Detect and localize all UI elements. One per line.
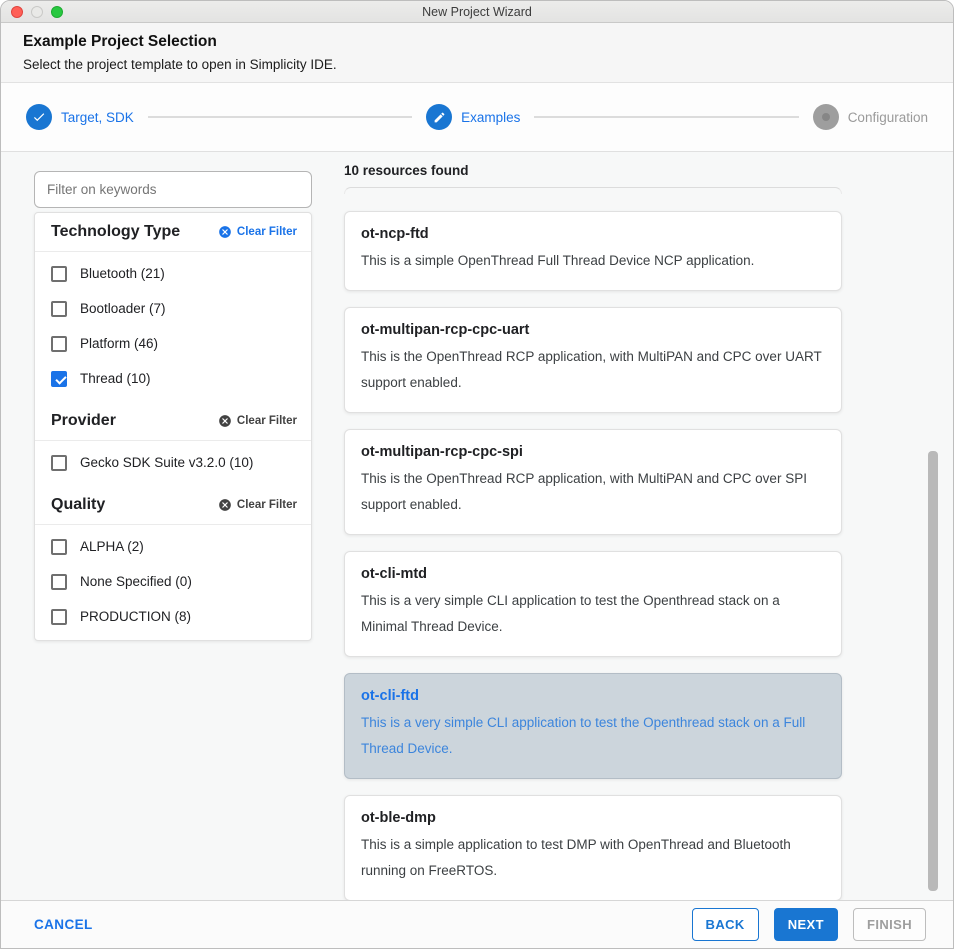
checkbox[interactable] bbox=[51, 371, 67, 387]
filter-section: Technology Type Clear Filter Bluetooth (… bbox=[35, 213, 311, 402]
clear-filter-icon bbox=[218, 414, 232, 428]
dialog-content: Technology Type Clear Filter Bluetooth (… bbox=[1, 152, 953, 902]
filter-section-title: Technology Type bbox=[51, 223, 180, 241]
example-card-description: This is a simple OpenThread Full Thread … bbox=[361, 248, 825, 274]
checkbox[interactable] bbox=[51, 301, 67, 317]
checkbox[interactable] bbox=[51, 336, 67, 352]
example-card-title: ot-cli-mtd bbox=[361, 566, 825, 582]
dialog-header: Example Project Selection Select the pro… bbox=[1, 23, 953, 83]
filter-option-label: Platform (46) bbox=[80, 336, 158, 351]
step-label: Configuration bbox=[848, 110, 928, 125]
step-examples[interactable]: Examples bbox=[426, 104, 520, 130]
filter-option[interactable]: Thread (10) bbox=[35, 361, 311, 396]
filter-option[interactable]: PRODUCTION (8) bbox=[35, 599, 311, 634]
filter-option[interactable]: None Specified (0) bbox=[35, 564, 311, 599]
filter-option[interactable]: Platform (46) bbox=[35, 326, 311, 361]
clear-filter-label: Clear Filter bbox=[237, 499, 297, 511]
window-titlebar: New Project Wizard bbox=[1, 1, 953, 23]
clear-filter-button[interactable]: Clear Filter bbox=[218, 414, 297, 428]
step-configuration: Configuration bbox=[813, 104, 928, 130]
pencil-icon bbox=[426, 104, 452, 130]
results-count: 10 resources found bbox=[344, 163, 842, 178]
example-card-title: ot-multipan-rcp-cpc-spi bbox=[361, 444, 825, 460]
filter-section: Provider Clear Filter Gecko SDK Suite v3… bbox=[35, 402, 311, 486]
filter-section-title: Quality bbox=[51, 496, 105, 514]
example-card[interactable]: ot-ble-dmp This is a simple application … bbox=[344, 795, 842, 901]
filter-panel: Technology Type Clear Filter Bluetooth (… bbox=[34, 212, 312, 641]
page-subtitle: Select the project template to open in S… bbox=[23, 57, 931, 72]
back-button[interactable]: BACK bbox=[692, 908, 759, 941]
scrollbar-thumb[interactable] bbox=[928, 451, 938, 891]
filter-option[interactable]: Gecko SDK Suite v3.2.0 (10) bbox=[35, 445, 311, 480]
filter-option-label: ALPHA (2) bbox=[80, 539, 144, 554]
checkbox[interactable] bbox=[51, 539, 67, 555]
step-label: Target, SDK bbox=[61, 110, 134, 125]
clear-filter-button[interactable]: Clear Filter bbox=[218, 225, 297, 239]
step-label: Examples bbox=[461, 110, 520, 125]
step-target-sdk[interactable]: Target, SDK bbox=[26, 104, 134, 130]
next-button[interactable]: NEXT bbox=[774, 908, 838, 941]
example-card-description: This is a very simple CLI application to… bbox=[361, 588, 825, 640]
checkbox[interactable] bbox=[51, 455, 67, 471]
stepper-connector bbox=[534, 116, 798, 118]
example-card-title: ot-ncp-ftd bbox=[361, 226, 825, 242]
example-card-description: This is a simple application to test DMP… bbox=[361, 832, 825, 884]
filter-option-label: Thread (10) bbox=[80, 371, 151, 386]
example-card[interactable]: ot-multipan-rcp-cpc-spi This is the Open… bbox=[344, 429, 842, 535]
example-card-description: This is a very simple CLI application to… bbox=[361, 710, 825, 762]
example-card-description: This is the OpenThread RCP application, … bbox=[361, 466, 825, 518]
clear-filter-label: Clear Filter bbox=[237, 415, 297, 427]
wizard-stepper: Target, SDK Examples Configuration bbox=[1, 83, 953, 152]
clear-filter-icon bbox=[218, 498, 232, 512]
new-project-wizard-window: New Project Wizard Example Project Selec… bbox=[0, 0, 954, 949]
example-card-title: ot-multipan-rcp-cpc-uart bbox=[361, 322, 825, 338]
filter-option-label: Bootloader (7) bbox=[80, 301, 166, 316]
example-card[interactable]: ot-ncp-ftd This is a simple OpenThread F… bbox=[344, 211, 842, 291]
clear-filter-icon bbox=[218, 225, 232, 239]
dot-icon bbox=[813, 104, 839, 130]
finish-button[interactable]: FINISH bbox=[853, 908, 926, 941]
filter-option-label: Bluetooth (21) bbox=[80, 266, 165, 281]
checkbox[interactable] bbox=[51, 266, 67, 282]
page-title: Example Project Selection bbox=[23, 33, 931, 51]
checkbox[interactable] bbox=[51, 574, 67, 590]
filter-option-label: Gecko SDK Suite v3.2.0 (10) bbox=[80, 455, 253, 470]
clear-filter-label: Clear Filter bbox=[237, 226, 297, 238]
results-divider bbox=[344, 187, 842, 194]
keyword-filter-input[interactable] bbox=[34, 171, 312, 208]
example-card[interactable]: ot-cli-ftd This is a very simple CLI app… bbox=[344, 673, 842, 779]
filter-section: Quality Clear Filter ALPHA (2) None Spec… bbox=[35, 486, 311, 640]
example-card-title: ot-cli-ftd bbox=[361, 688, 825, 704]
example-card-title: ot-ble-dmp bbox=[361, 810, 825, 826]
filter-option[interactable]: Bluetooth (21) bbox=[35, 256, 311, 291]
example-card[interactable]: ot-cli-mtd This is a very simple CLI app… bbox=[344, 551, 842, 657]
example-card-description: This is the OpenThread RCP application, … bbox=[361, 344, 825, 396]
filter-option[interactable]: ALPHA (2) bbox=[35, 529, 311, 564]
check-icon bbox=[26, 104, 52, 130]
stepper-connector bbox=[148, 116, 412, 118]
clear-filter-button[interactable]: Clear Filter bbox=[218, 498, 297, 512]
filter-section-title: Provider bbox=[51, 412, 116, 430]
window-title: New Project Wizard bbox=[1, 5, 953, 19]
example-card[interactable]: ot-multipan-rcp-cpc-uart This is the Ope… bbox=[344, 307, 842, 413]
filter-option-label: PRODUCTION (8) bbox=[80, 609, 191, 624]
dialog-footer: CANCEL BACK NEXT FINISH bbox=[1, 900, 953, 948]
filter-option-label: None Specified (0) bbox=[80, 574, 192, 589]
checkbox[interactable] bbox=[51, 609, 67, 625]
cancel-button[interactable]: CANCEL bbox=[34, 917, 93, 932]
results-panel: 10 resources found ot-ncp-ftd This is a … bbox=[344, 163, 842, 901]
filter-option[interactable]: Bootloader (7) bbox=[35, 291, 311, 326]
